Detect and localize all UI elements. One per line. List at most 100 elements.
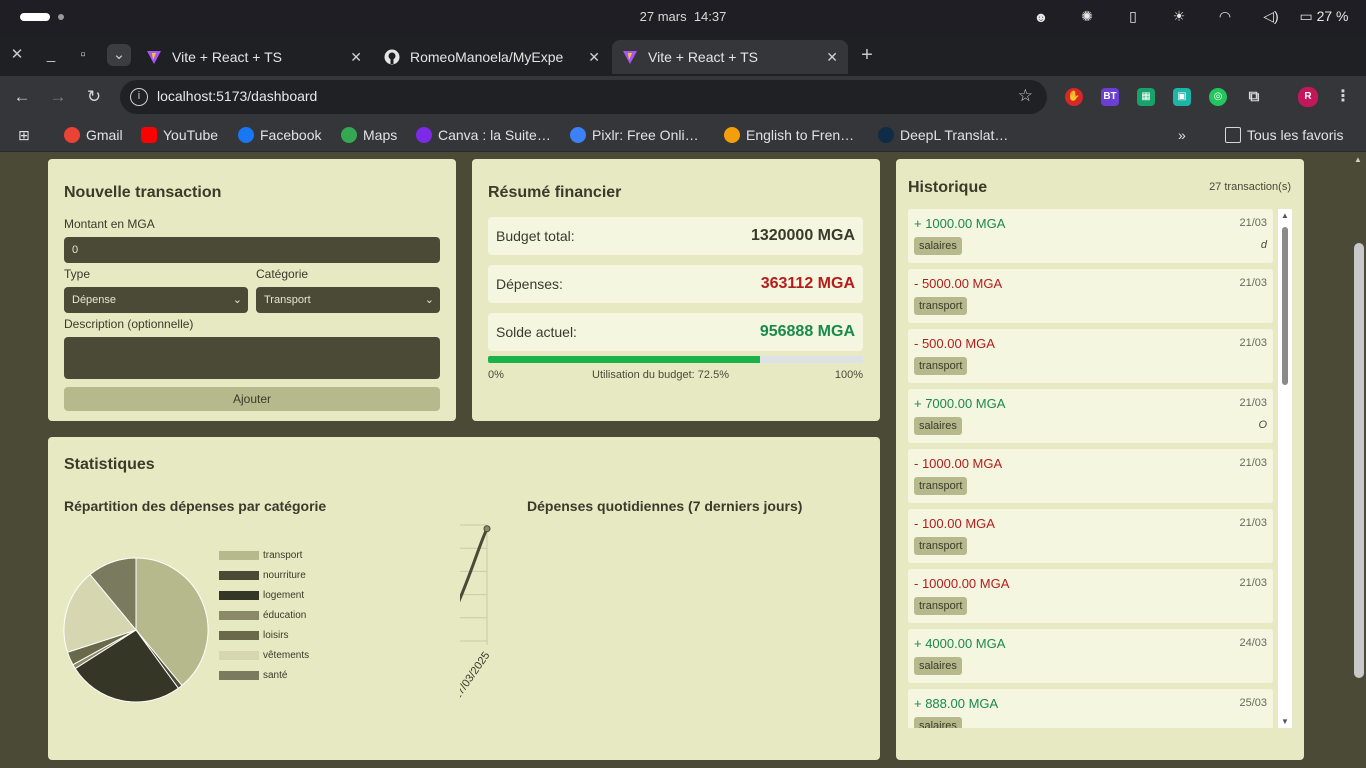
budget-usage-text: Utilisation du budget: 72.5% (592, 369, 729, 381)
legend-swatch (219, 551, 259, 560)
balance-row: Solde actuel: 956888 MGA (488, 313, 863, 351)
bookmark-youtube[interactable]: YouTube (141, 126, 218, 144)
bookmark-canva[interactable]: Canva : la Suite… (416, 126, 551, 144)
scroll-down-icon[interactable]: ▼ (1280, 717, 1290, 726)
minimize-icon[interactable]: _ (39, 44, 63, 66)
tab-vite-1[interactable]: Vite + React + TS ✕ (136, 40, 372, 74)
battery-indicator[interactable]: ▭ 27 % (1294, 8, 1354, 25)
history-amount: + 888.00 MGA (914, 696, 999, 711)
close-window-icon[interactable]: ✕ (5, 44, 29, 66)
menu-kebab-icon[interactable]: ⋮ (1334, 88, 1352, 106)
close-tab-icon[interactable]: ✕ (588, 40, 600, 74)
category-select[interactable]: Transport ⌄ (256, 287, 440, 313)
page-scroll-thumb[interactable] (1354, 243, 1364, 678)
history-item[interactable]: + 7000.00 MGA 21/03 salaires O (908, 389, 1273, 443)
history-item[interactable]: - 100.00 MGA 21/03 transport (908, 509, 1273, 563)
screen-extension-icon[interactable]: ▣ (1173, 88, 1191, 106)
bookmark-star-icon[interactable]: ☆ (1018, 86, 1033, 106)
add-button[interactable]: Ajouter (64, 387, 440, 411)
back-icon[interactable]: ← (10, 86, 34, 108)
legend-swatch (219, 631, 259, 640)
new-tab-icon[interactable]: + (855, 44, 879, 66)
all-bookmarks-folder[interactable]: Tous les favoris (1225, 126, 1343, 144)
progress-max-label: 100% (834, 369, 863, 381)
forward-icon[interactable]: → (46, 86, 70, 108)
volume-icon[interactable]: ◁) (1248, 8, 1294, 25)
bt-extension-icon[interactable]: BT (1101, 88, 1119, 106)
system-tray: ☻ ✺ ▯ ☀ ◠ ◁) ▭ 27 % (1018, 8, 1354, 25)
history-scroll-thumb[interactable] (1282, 227, 1288, 385)
bookmark-maps[interactable]: Maps (341, 126, 397, 144)
more-bookmarks-icon[interactable]: » (1178, 126, 1186, 144)
bookmark-gmail[interactable]: Gmail (64, 126, 123, 144)
type-select[interactable]: Dépense ⌄ (64, 287, 248, 313)
history-amount: - 5000.00 MGA (914, 276, 1003, 291)
close-tab-icon[interactable]: ✕ (826, 40, 838, 74)
history-date: 21/03 (1239, 397, 1267, 409)
adblock-extension-icon[interactable]: ✋ (1065, 88, 1083, 106)
history-item[interactable]: + 4000.00 MGA 24/03 salaires (908, 629, 1273, 683)
bookmark-label: Pixlr: Free Onli… (592, 127, 699, 143)
tab-github[interactable]: RomeoManoela/MyExpe ✕ (374, 40, 610, 74)
page-scroll-up-icon[interactable]: ▲ (1354, 155, 1362, 164)
history-item[interactable]: + 1000.00 MGA 21/03 salaires d (908, 209, 1273, 263)
bookmark-facebook[interactable]: Facebook (238, 126, 321, 144)
legend-swatch (219, 571, 259, 580)
bookmark-label: Facebook (260, 127, 322, 143)
history-item[interactable]: - 1000.00 MGA 21/03 transport (908, 449, 1273, 503)
amount-label: Montant en MGA (64, 217, 155, 231)
bookmark-reverso[interactable]: English to Fren… (724, 126, 854, 144)
history-date: 21/03 (1239, 517, 1267, 529)
progress-min-label: 0% (488, 369, 504, 381)
brightness-icon[interactable]: ☀ (1156, 8, 1202, 25)
financial-summary-card: Résumé financier Budget total: 1320000 M… (472, 159, 880, 421)
green-circle-extension-icon[interactable]: ◎ (1209, 88, 1227, 106)
history-scrollbar[interactable]: ▲ ▼ (1278, 209, 1292, 728)
tab-vite-2-active[interactable]: Vite + React + TS ✕ (612, 40, 848, 74)
pie-chart (63, 557, 209, 703)
bookmark-label: English to Fren… (746, 127, 855, 143)
tab-search-icon[interactable]: ⌄ (107, 44, 131, 66)
reverso-icon (724, 127, 740, 143)
apps-grid-icon[interactable]: ⊞ (18, 126, 30, 144)
category-tag: salaires (914, 237, 962, 255)
scroll-up-icon[interactable]: ▲ (1280, 211, 1290, 220)
history-list[interactable]: + 1000.00 MGA 21/03 salaires d - 5000.00 MGA… (908, 209, 1292, 728)
wifi-icon[interactable]: ◠ (1202, 8, 1248, 25)
battery-level: 27 % (1316, 8, 1349, 24)
history-date: 21/03 (1239, 457, 1267, 469)
new-transaction-title: Nouvelle transaction (64, 184, 222, 201)
clipboard-icon[interactable]: ▯ (1110, 8, 1156, 25)
pixlr-icon (570, 127, 586, 143)
youtube-icon (141, 127, 157, 143)
summary-title: Résumé financier (488, 184, 622, 201)
legend-label: nourriture (263, 570, 306, 581)
history-item[interactable]: - 10000.00 MGA 21/03 transport (908, 569, 1273, 623)
site-info-icon[interactable]: i (130, 88, 148, 106)
amount-input[interactable]: 0 (64, 237, 440, 263)
reload-icon[interactable]: ↻ (82, 86, 106, 108)
url-text[interactable]: localhost:5173/dashboard (157, 88, 317, 104)
address-bar[interactable]: i localhost:5173/dashboard ☆ (120, 80, 1047, 114)
tab-title: Vite + React + TS (648, 49, 758, 65)
page-scrollbar[interactable]: ▲ (1352, 153, 1366, 768)
bookmark-pixlr[interactable]: Pixlr: Free Onli… (570, 126, 699, 144)
statistics-card: Statistiques Répartition des dépenses pa… (48, 437, 880, 760)
history-item[interactable]: + 888.00 MGA 25/03 salaires (908, 689, 1273, 728)
history-item[interactable]: - 5000.00 MGA 21/03 transport (908, 269, 1273, 323)
openai-icon[interactable]: ✺ (1064, 8, 1110, 25)
restore-icon[interactable]: ▫ (71, 44, 95, 66)
close-tab-icon[interactable]: ✕ (350, 40, 362, 74)
history-item[interactable]: - 500.00 MGA 21/03 transport (908, 329, 1273, 383)
bookmark-deepl[interactable]: DeepL Translat… (878, 126, 1008, 144)
all-bookmarks-label: Tous les favoris (1247, 127, 1344, 143)
category-selected: Transport (264, 294, 311, 306)
history-date: 21/03 (1239, 577, 1267, 589)
history-description: d (1260, 239, 1267, 251)
sheet-extension-icon[interactable]: ▦ (1137, 88, 1155, 106)
face-icon[interactable]: ☻ (1018, 9, 1064, 25)
description-textarea[interactable] (64, 337, 440, 379)
profile-avatar[interactable]: R (1298, 87, 1318, 107)
type-selected: Dépense (72, 294, 117, 306)
extensions-puzzle-icon[interactable]: ⧉ (1245, 88, 1263, 106)
